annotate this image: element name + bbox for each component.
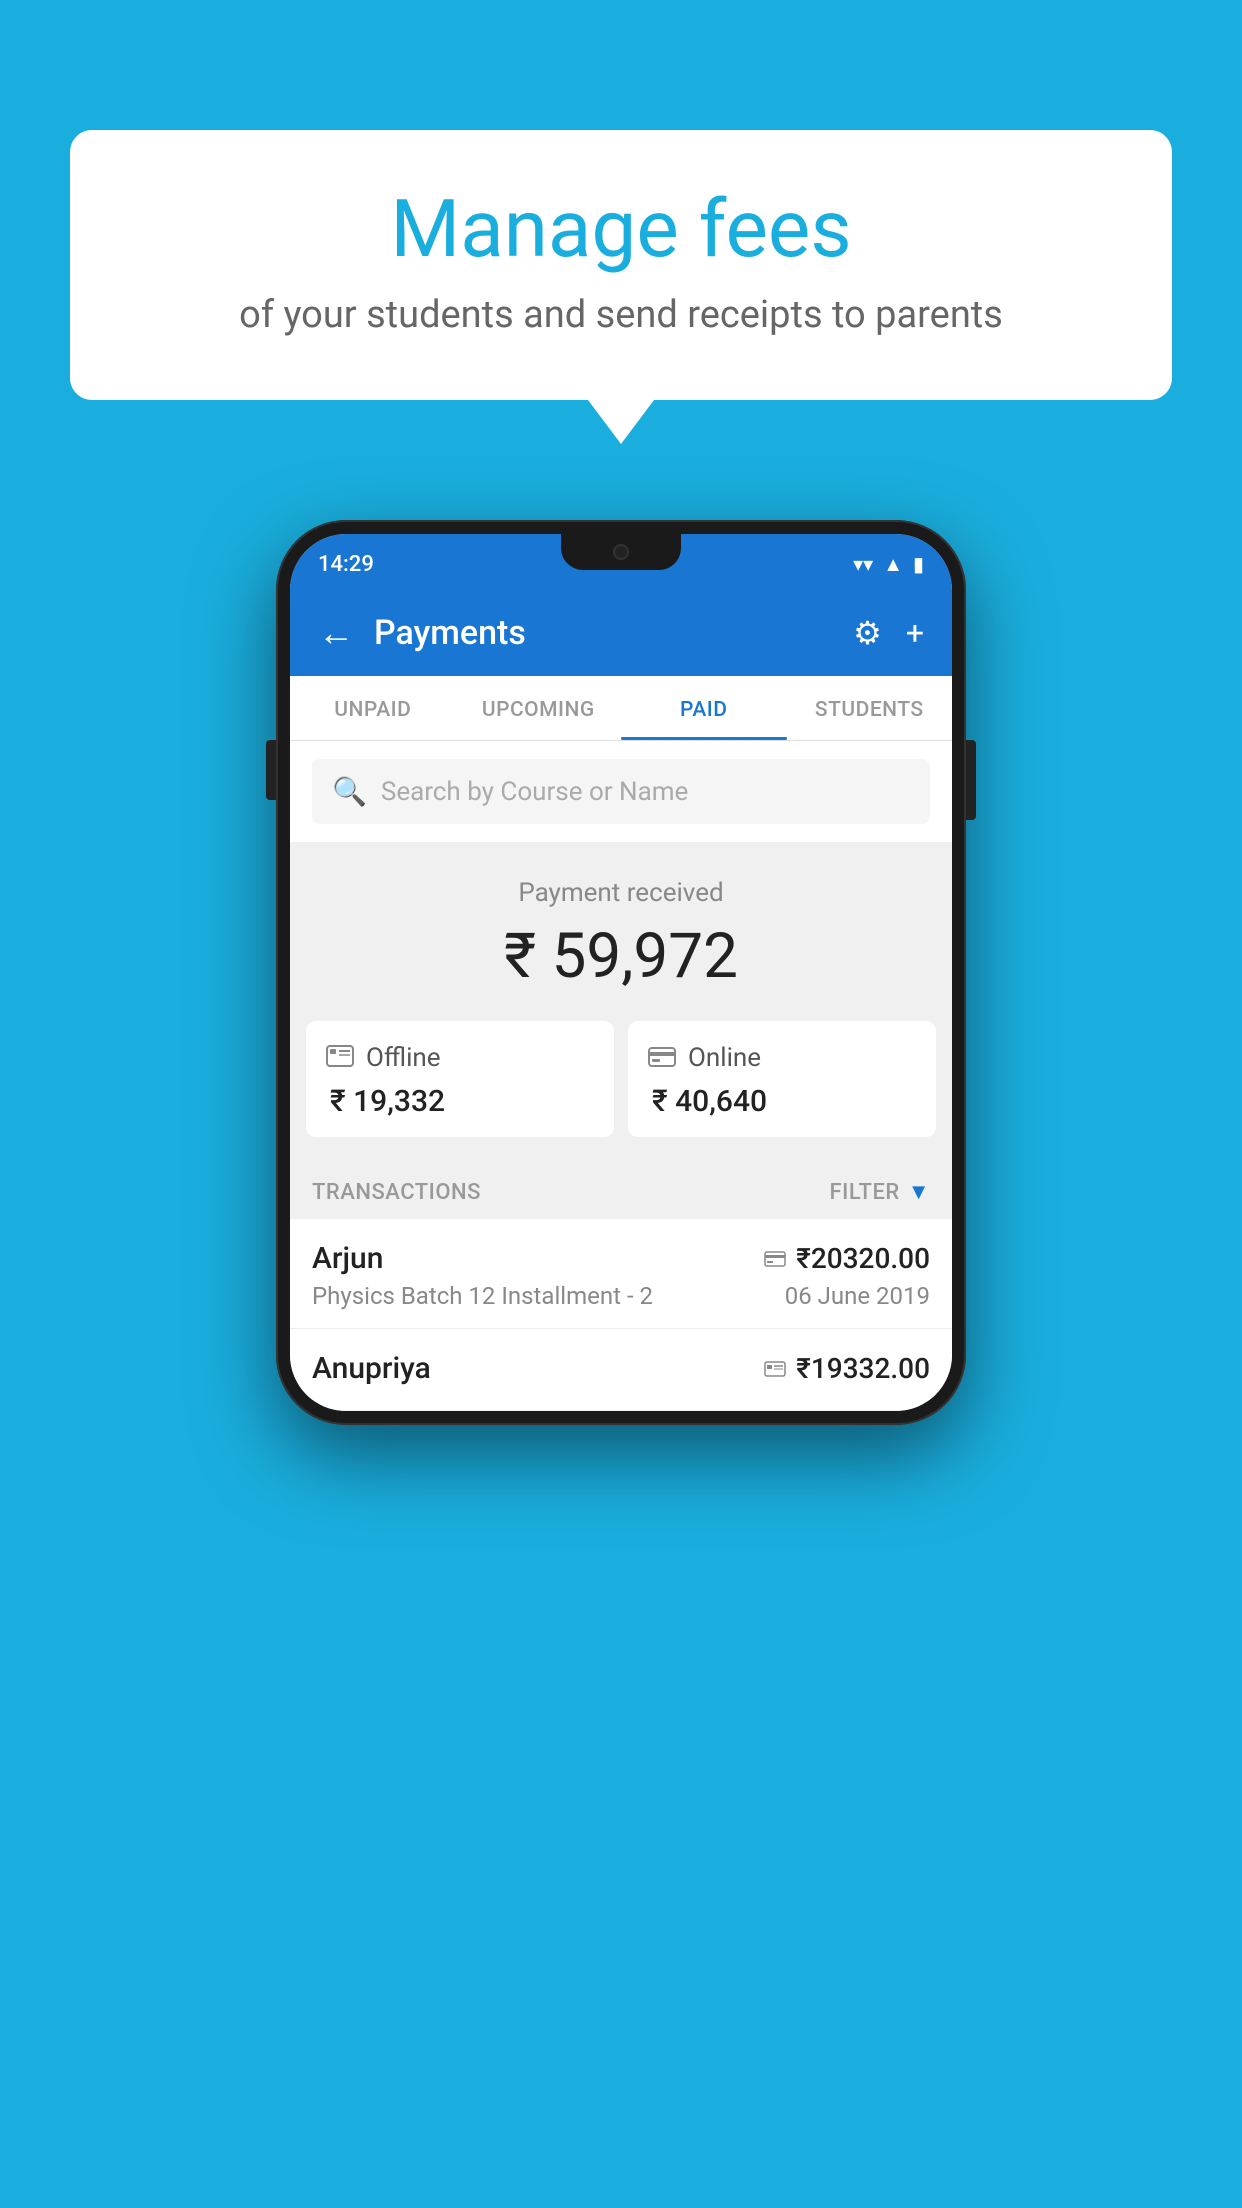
battery-icon: ▮ xyxy=(913,552,924,576)
speech-bubble-title: Manage fees xyxy=(130,185,1112,273)
tab-students[interactable]: STUDENTS xyxy=(787,676,953,740)
phone-container: 14:29 ▾▾ ▲ ▮ ← Payments ⚙ + xyxy=(276,520,966,1425)
tabs: UNPAID UPCOMING PAID STUDENTS xyxy=(290,676,952,741)
search-icon: 🔍 xyxy=(332,775,367,808)
transaction-amount: ₹19332.00 xyxy=(796,1352,930,1385)
tab-paid[interactable]: PAID xyxy=(621,676,787,740)
online-payment-icon xyxy=(764,1245,786,1273)
settings-icon[interactable]: ⚙ xyxy=(853,614,882,652)
status-time: 14:29 xyxy=(318,552,374,577)
online-icon xyxy=(648,1041,676,1074)
transaction-row[interactable]: Arjun ₹20320.00 Physics Batch 1 xyxy=(290,1219,952,1329)
tab-unpaid[interactable]: UNPAID xyxy=(290,676,456,740)
transactions-header: TRANSACTIONS FILTER ▼ xyxy=(290,1161,952,1219)
payment-total-amount: ₹ 59,972 xyxy=(310,920,932,993)
transaction-date: 06 June 2019 xyxy=(785,1282,930,1310)
offline-icon xyxy=(326,1041,354,1074)
transaction-name: Anupriya xyxy=(312,1351,431,1386)
transaction-amount-wrap: ₹20320.00 xyxy=(764,1242,930,1275)
transaction-name: Arjun xyxy=(312,1241,383,1276)
online-card: Online ₹ 40,640 xyxy=(628,1021,936,1137)
status-bar: 14:29 ▾▾ ▲ ▮ xyxy=(290,534,952,594)
status-icons: ▾▾ ▲ ▮ xyxy=(853,552,924,577)
transactions-label: TRANSACTIONS xyxy=(312,1180,481,1205)
offline-card: Offline ₹ 19,332 xyxy=(306,1021,614,1137)
search-placeholder: Search by Course or Name xyxy=(381,777,688,807)
payment-summary: Payment received ₹ 59,972 xyxy=(290,842,952,1021)
offline-payment-icon xyxy=(764,1355,786,1383)
filter-icon: ▼ xyxy=(908,1179,930,1205)
add-icon[interactable]: + xyxy=(906,614,924,652)
online-type: Online xyxy=(688,1043,761,1073)
transaction-amount: ₹20320.00 xyxy=(796,1242,930,1275)
offline-type: Offline xyxy=(366,1043,441,1073)
search-bar: 🔍 Search by Course or Name xyxy=(290,741,952,842)
tab-upcoming[interactable]: UPCOMING xyxy=(456,676,622,740)
speech-bubble: Manage fees of your students and send re… xyxy=(70,130,1172,400)
header-icons: ⚙ + xyxy=(853,614,924,652)
back-button[interactable]: ← xyxy=(318,612,354,654)
transaction-amount-wrap: ₹19332.00 xyxy=(764,1352,930,1385)
online-amount: ₹ 40,640 xyxy=(648,1084,916,1119)
speech-bubble-container: Manage fees of your students and send re… xyxy=(70,130,1172,400)
transaction-course: Physics Batch 12 Installment - 2 xyxy=(312,1282,653,1310)
search-input[interactable]: 🔍 Search by Course or Name xyxy=(312,759,930,824)
filter-button[interactable]: FILTER ▼ xyxy=(829,1179,930,1205)
wifi-icon: ▾▾ xyxy=(853,552,873,576)
speech-bubble-subtitle: of your students and send receipts to pa… xyxy=(130,291,1112,340)
signal-icon: ▲ xyxy=(883,552,903,577)
app-header: ← Payments ⚙ + xyxy=(290,594,952,676)
payment-received-label: Payment received xyxy=(310,878,932,908)
offline-amount: ₹ 19,332 xyxy=(326,1084,594,1119)
header-title: Payments xyxy=(374,613,833,653)
phone-screen: 14:29 ▾▾ ▲ ▮ ← Payments ⚙ + xyxy=(290,534,952,1411)
notch xyxy=(561,534,681,570)
transaction-row[interactable]: Anupriya ₹19332.00 xyxy=(290,1329,952,1411)
notch-camera xyxy=(613,544,629,560)
phone-outer: 14:29 ▾▾ ▲ ▮ ← Payments ⚙ + xyxy=(276,520,966,1425)
payment-cards: Offline ₹ 19,332 xyxy=(290,1021,952,1161)
